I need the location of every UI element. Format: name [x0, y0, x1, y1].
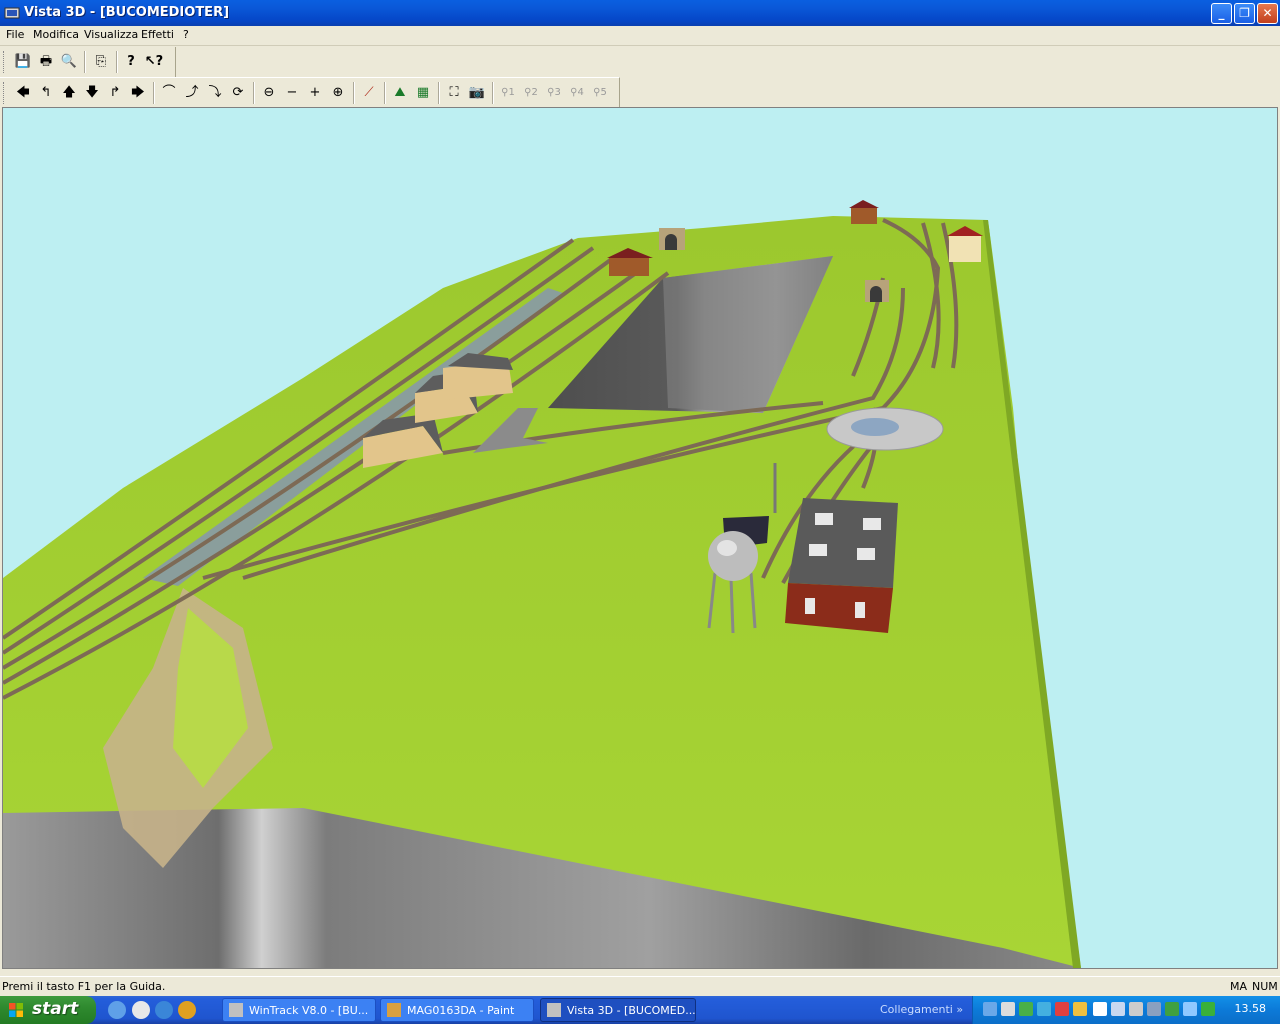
menu-bar: File Modifica Visualizza Effetti ? [0, 26, 1280, 46]
toolbar-separator [492, 82, 494, 104]
zoom-out-icon[interactable]: ⊖ [258, 82, 280, 104]
print-icon[interactable]: 🖶 [35, 51, 57, 73]
tilt-up-icon[interactable]: ⤴ [181, 82, 203, 104]
arrow-down-icon[interactable]: 🡇 [81, 82, 103, 104]
links-label: Collegamenti [880, 1003, 953, 1016]
task-label: MAG0163DA - Paint [407, 1004, 515, 1017]
windows-flag-icon [9, 1003, 23, 1017]
rotate-icon[interactable]: ⟳ [227, 82, 249, 104]
toolbar-grip[interactable] [3, 51, 6, 73]
links-chevron-icon[interactable]: » [956, 1003, 963, 1016]
view-toolbar: 🡄 ↰ 🡅 🡇 ↱ 🡆 ⌒ ⤴ ⤵ ⟳ ⊖ − + ⊕ ⟋ ⛰ ▦ ⛶ 📷 ⚲1… [0, 77, 620, 107]
toolbar-separator [253, 82, 255, 104]
restore-button[interactable]: ❐ [1234, 3, 1255, 24]
toolbar-grip[interactable] [3, 82, 6, 104]
toolbar-separator [438, 82, 440, 104]
status-text: Premi il tasto F1 per la Guida. [2, 980, 166, 993]
arrow-right-icon[interactable]: 🡆 [127, 82, 149, 104]
tray-app-icon[interactable] [1019, 1002, 1033, 1016]
camera-icon[interactable]: 📷 [466, 82, 488, 104]
zoom-in-small-icon[interactable]: + [304, 82, 326, 104]
standard-toolbar: 💾 🖶 🔍 ⎘ ? ↖? [0, 47, 176, 77]
show-desktop-icon[interactable] [108, 1001, 126, 1019]
3d-viewport[interactable] [2, 107, 1278, 969]
save-icon[interactable]: 💾 [12, 51, 34, 73]
paint-icon [387, 1003, 401, 1017]
preset-view-1-button[interactable]: ⚲1 [497, 82, 519, 104]
tilt-down-icon[interactable]: ⤵ [204, 82, 226, 104]
tray-app-icon[interactable] [1055, 1002, 1069, 1016]
preset-view-5-button[interactable]: ⚲5 [589, 82, 611, 104]
start-button[interactable]: start [0, 996, 96, 1024]
layout-3d-scene [3, 200, 1081, 968]
tray-app-icon[interactable] [1037, 1002, 1051, 1016]
toolbar-separator [384, 82, 386, 104]
internet-explorer-icon[interactable] [155, 1001, 173, 1019]
task-label: Vista 3D - [BUCOMED... [567, 1004, 696, 1017]
start-label: start [32, 999, 79, 1019]
task-paint[interactable]: MAG0163DA - Paint [380, 998, 534, 1022]
toolbar-separator [153, 82, 155, 104]
zoom-in-icon[interactable]: ⊕ [327, 82, 349, 104]
system-tray: 13.58 [972, 996, 1280, 1024]
tray-app-icon[interactable] [1073, 1002, 1087, 1016]
status-indicator-ma: MA [1230, 980, 1248, 993]
zoom-out-small-icon[interactable]: − [281, 82, 303, 104]
media-player-icon[interactable] [132, 1001, 150, 1019]
toolbar-separator [84, 51, 86, 73]
title-bar[interactable]: Vista 3D - [BUCOMEDIOTER] _ ❐ ✕ [0, 0, 1280, 26]
terrain-icon[interactable]: ⛰ [389, 82, 411, 104]
engine-shed [785, 498, 898, 633]
taskbar: start WinTrack V8.0 - [BU... MAG0163DA -… [0, 996, 1280, 1024]
status-indicator-num: NUM [1252, 980, 1278, 993]
tray-volume-icon[interactable] [1129, 1002, 1143, 1016]
turn-left-icon[interactable]: ↰ [35, 82, 57, 104]
print-preview-icon[interactable]: 🔍 [58, 51, 80, 73]
task-label: WinTrack V8.0 - [BU... [249, 1004, 369, 1017]
vista-3d-icon [547, 1003, 561, 1017]
app-icon [4, 7, 20, 19]
menu-file[interactable]: File [6, 28, 24, 41]
tray-update-icon[interactable] [1093, 1002, 1107, 1016]
tray-network-icon[interactable] [983, 1002, 997, 1016]
task-wintrack[interactable]: WinTrack V8.0 - [BU... [222, 998, 376, 1022]
tray-app-icon[interactable] [1001, 1002, 1015, 1016]
tray-app-icon[interactable] [1147, 1002, 1161, 1016]
arrow-left-icon[interactable]: 🡄 [12, 82, 34, 104]
status-bar: Premi il tasto F1 per la Guida. MA NUM [0, 976, 1280, 996]
minimize-button[interactable]: _ [1211, 3, 1232, 24]
menu-help[interactable]: ? [183, 28, 189, 41]
close-button[interactable]: ✕ [1257, 3, 1278, 24]
task-vista-3d[interactable]: Vista 3D - [BUCOMED... [540, 998, 696, 1022]
menu-modifica[interactable]: Modifica [33, 28, 79, 41]
grid-icon[interactable]: ▦ [412, 82, 434, 104]
tray-app-icon[interactable] [1165, 1002, 1179, 1016]
turntable-pit [851, 418, 899, 436]
tray-app-icon[interactable] [1201, 1002, 1215, 1016]
arrow-up-icon[interactable]: 🡅 [58, 82, 80, 104]
preset-view-2-button[interactable]: ⚲2 [520, 82, 542, 104]
tray-app-icon[interactable] [1183, 1002, 1197, 1016]
chrome-icon[interactable] [178, 1001, 196, 1019]
clock[interactable]: 13.58 [1235, 1002, 1267, 1015]
toolbar-separator [116, 51, 118, 73]
preset-view-3-button[interactable]: ⚲3 [543, 82, 565, 104]
window-title: Vista 3D - [BUCOMEDIOTER] [24, 5, 230, 20]
main-window: Vista 3D - [BUCOMEDIOTER] _ ❐ ✕ File Mod… [0, 0, 1280, 996]
copy-icon[interactable]: ⎘ [90, 51, 112, 73]
help-icon[interactable]: ? [120, 51, 142, 73]
tray-app-icon[interactable] [1111, 1002, 1125, 1016]
turn-right-icon[interactable]: ↱ [104, 82, 126, 104]
wintrack-icon [229, 1003, 243, 1017]
track-icon[interactable]: ⟋ [358, 82, 380, 104]
orbit-icon[interactable]: ⌒ [158, 82, 180, 104]
context-help-icon[interactable]: ↖? [143, 51, 165, 73]
menu-visualizza[interactable]: Visualizza [84, 28, 138, 41]
toolbar-separator [353, 82, 355, 104]
menu-effetti[interactable]: Effetti [141, 28, 174, 41]
links-toolbar[interactable]: Collegamenti » [880, 1003, 963, 1016]
preset-view-4-button[interactable]: ⚲4 [566, 82, 588, 104]
fit-view-icon[interactable]: ⛶ [443, 82, 465, 104]
